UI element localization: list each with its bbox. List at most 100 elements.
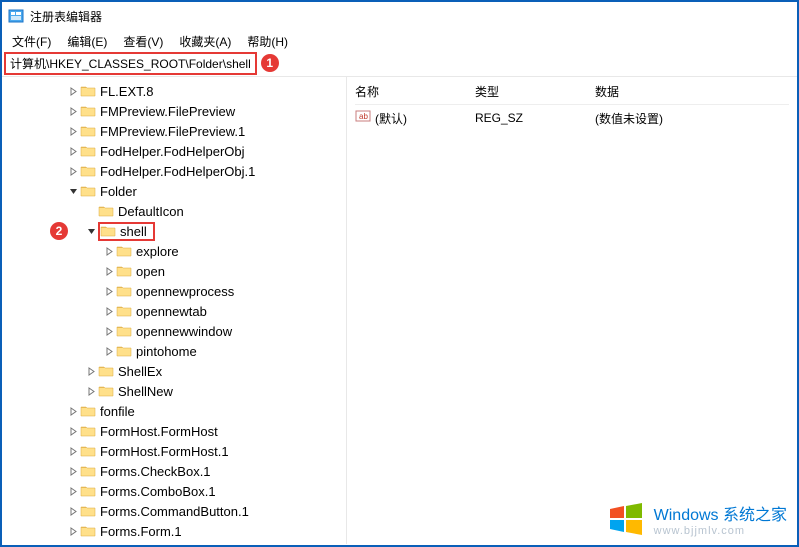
tree-item-label: opennewprocess: [136, 284, 234, 299]
menu-file[interactable]: 文件(F): [6, 31, 57, 52]
chevron-right-icon[interactable]: [66, 107, 80, 116]
tree-item-label: Folder: [100, 184, 137, 199]
tree-item[interactable]: 2 shell: [2, 221, 346, 241]
tree-item[interactable]: explore: [2, 241, 346, 261]
tree-item[interactable]: Forms.CheckBox.1: [2, 461, 346, 481]
tree-item[interactable]: Forms.ComboBox.1: [2, 481, 346, 501]
folder-icon: [116, 304, 132, 318]
tree-panel[interactable]: FL.EXT.8FMPreview.FilePreview FMPreview.F…: [2, 77, 347, 544]
titlebar: 注册表编辑器: [2, 2, 797, 30]
tree-item-label: Forms.CommandButton.1: [100, 504, 249, 519]
tree-item-label: FodHelper.FodHelperObj.1: [100, 164, 255, 179]
watermark-line2: www.bjjmlv.com: [654, 525, 787, 537]
tree-item[interactable]: FormHost.FormHost: [2, 421, 346, 441]
header-data[interactable]: 数据: [595, 83, 789, 100]
folder-icon: [80, 84, 96, 98]
tree-item[interactable]: fonfile: [2, 401, 346, 421]
tree-item-label: FodHelper.FodHelperObj: [100, 144, 245, 159]
app-icon: [8, 8, 24, 24]
chevron-right-icon[interactable]: [66, 167, 80, 176]
menu-help[interactable]: 帮助(H): [241, 31, 294, 52]
folder-icon: [116, 284, 132, 298]
chevron-right-icon[interactable]: [66, 507, 80, 516]
folder-icon: [116, 344, 132, 358]
tree-item[interactable]: Forms.Form.1: [2, 521, 346, 541]
chevron-right-icon[interactable]: [66, 407, 80, 416]
chevron-right-icon[interactable]: [84, 367, 98, 376]
windows-logo-icon: [606, 499, 646, 539]
chevron-right-icon[interactable]: [66, 87, 80, 96]
chevron-right-icon[interactable]: [102, 247, 116, 256]
folder-icon: [100, 224, 116, 238]
folder-icon: [80, 184, 96, 198]
chevron-right-icon[interactable]: [66, 447, 80, 456]
menu-edit[interactable]: 编辑(E): [61, 31, 113, 52]
folder-icon: [116, 324, 132, 338]
chevron-down-icon[interactable]: [84, 227, 98, 236]
menu-favorites[interactable]: 收藏夹(A): [173, 31, 237, 52]
chevron-right-icon[interactable]: [66, 467, 80, 476]
registry-tree: FL.EXT.8FMPreview.FilePreview FMPreview.F…: [2, 77, 346, 541]
tree-item-label: pintohome: [136, 344, 197, 359]
tree-item-label: open: [136, 264, 165, 279]
list-header: 名称 类型 数据: [355, 83, 789, 105]
tree-item[interactable]: opennewprocess: [2, 281, 346, 301]
folder-icon: [98, 384, 114, 398]
chevron-right-icon[interactable]: [66, 427, 80, 436]
watermark: Windows 系统之家 www.bjjmlv.com: [606, 499, 787, 539]
tree-item-label: explore: [136, 244, 179, 259]
tree-item[interactable]: opennewtab: [2, 301, 346, 321]
header-name[interactable]: 名称: [355, 83, 475, 100]
tree-item[interactable]: pintohome: [2, 341, 346, 361]
tree-item[interactable]: Forms.CommandButton.1: [2, 501, 346, 521]
folder-icon: [80, 124, 96, 138]
chevron-right-icon[interactable]: [102, 287, 116, 296]
value-data-cell: (数值未设置): [595, 110, 789, 127]
tree-item[interactable]: FormHost.FormHost.1: [2, 441, 346, 461]
tree-item[interactable]: FL.EXT.8: [2, 81, 346, 101]
list-row[interactable]: ab(默认)REG_SZ(数值未设置): [355, 105, 789, 131]
folder-icon: [80, 164, 96, 178]
header-type[interactable]: 类型: [475, 83, 595, 100]
folder-icon: [116, 264, 132, 278]
tree-item[interactable]: DefaultIcon: [2, 201, 346, 221]
tree-item[interactable]: open: [2, 261, 346, 281]
chevron-down-icon[interactable]: [66, 187, 80, 196]
tree-item[interactable]: opennewwindow: [2, 321, 346, 341]
value-name-cell: ab(默认): [355, 109, 475, 127]
folder-icon: [80, 404, 96, 418]
chevron-right-icon[interactable]: [102, 307, 116, 316]
tree-item-label: FormHost.FormHost: [100, 424, 218, 439]
tree-item[interactable]: Folder: [2, 181, 346, 201]
watermark-line1: Windows 系统之家: [654, 501, 787, 525]
tree-item[interactable]: FodHelper.FodHelperObj: [2, 141, 346, 161]
tree-item-selected[interactable]: shell: [98, 222, 155, 241]
tree-item[interactable]: FMPreview.FilePreview.1: [2, 121, 346, 141]
tree-item-label: opennewtab: [136, 304, 207, 319]
chevron-right-icon[interactable]: [102, 267, 116, 276]
address-path[interactable]: 计算机\HKEY_CLASSES_ROOT\Folder\shell: [4, 52, 257, 75]
values-panel[interactable]: 名称 类型 数据 ab(默认)REG_SZ(数值未设置): [347, 77, 797, 544]
chevron-right-icon[interactable]: [66, 127, 80, 136]
tree-item[interactable]: FMPreview.FilePreview: [2, 101, 346, 121]
tree-item[interactable]: ShellNew: [2, 381, 346, 401]
tree-item-label: ShellNew: [118, 384, 173, 399]
menu-view[interactable]: 查看(V): [117, 31, 169, 52]
svg-text:ab: ab: [359, 112, 368, 121]
annotation-badge-1: 1: [261, 54, 279, 72]
addressbar-row: 计算机\HKEY_CLASSES_ROOT\Folder\shell 1: [2, 52, 797, 74]
folder-icon: [116, 244, 132, 258]
tree-item[interactable]: ShellEx: [2, 361, 346, 381]
tree-item-label: Forms.CheckBox.1: [100, 464, 211, 479]
chevron-right-icon[interactable]: [66, 527, 80, 536]
folder-icon: [80, 464, 96, 478]
folder-icon: [80, 104, 96, 118]
chevron-right-icon[interactable]: [84, 387, 98, 396]
chevron-right-icon[interactable]: [102, 327, 116, 336]
chevron-right-icon[interactable]: [66, 147, 80, 156]
tree-item[interactable]: FodHelper.FodHelperObj.1: [2, 161, 346, 181]
tree-item-label: FMPreview.FilePreview.1: [100, 124, 245, 139]
annotation-badge-2: 2: [50, 222, 68, 240]
chevron-right-icon[interactable]: [66, 487, 80, 496]
chevron-right-icon[interactable]: [102, 347, 116, 356]
